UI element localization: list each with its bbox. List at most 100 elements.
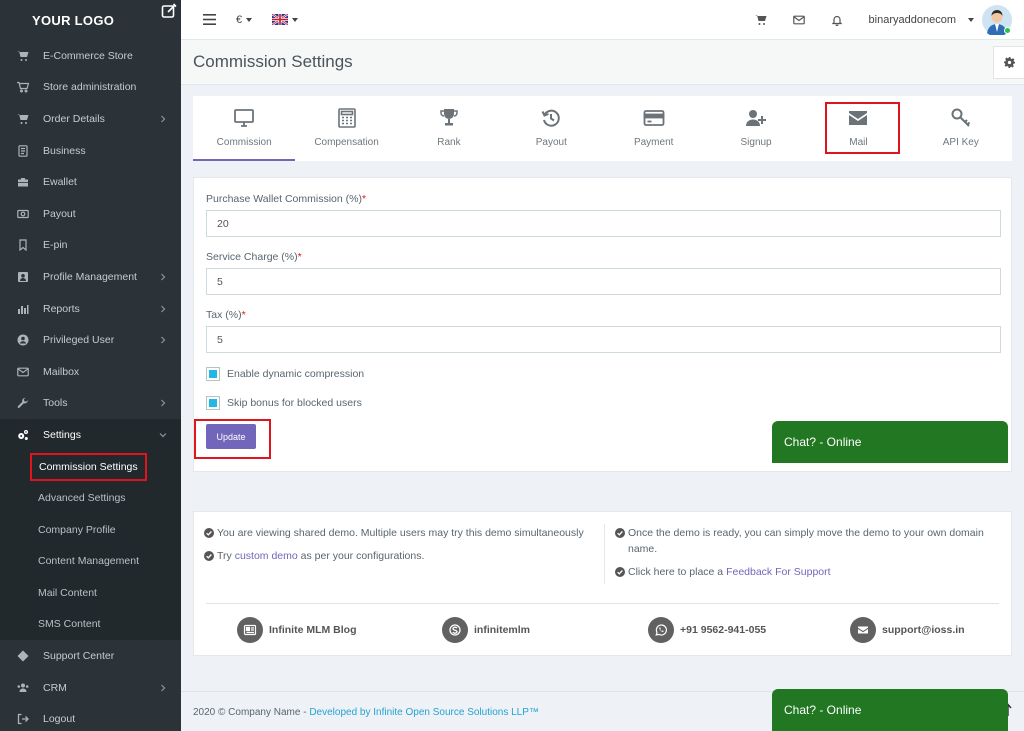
calculator-icon xyxy=(337,108,356,128)
cart-icon[interactable] xyxy=(754,14,767,26)
check-circle-icon xyxy=(615,528,625,538)
sidebar-item-mailbox[interactable]: Mailbox xyxy=(0,356,181,388)
tab-commission[interactable]: Commission xyxy=(193,96,296,161)
sidebar-item-payout[interactable]: Payout xyxy=(0,198,181,230)
sidebar-item-settings[interactable]: Settings xyxy=(0,419,181,451)
sidebar-subitem-mail-content[interactable]: Mail Content xyxy=(0,577,181,609)
document-icon xyxy=(18,144,28,157)
profile-card-icon xyxy=(18,271,28,282)
tab-mail[interactable]: Mail xyxy=(807,96,909,161)
settings-submenu: Commission Settings Advanced Settings Co… xyxy=(0,450,181,641)
skip-bonus-checkbox[interactable] xyxy=(206,396,220,410)
language-dropdown[interactable] xyxy=(272,14,299,25)
purchase-wallet-input[interactable] xyxy=(206,210,1001,237)
tab-compensation[interactable]: Compensation xyxy=(295,96,397,161)
dynamic-compression-row[interactable]: Enable dynamic compression xyxy=(206,367,364,381)
tab-api-key[interactable]: API Key xyxy=(910,96,1012,161)
sidebar-item-logout[interactable]: Logout xyxy=(0,703,181,731)
whatsapp-icon xyxy=(648,617,674,643)
logout-icon xyxy=(17,714,29,725)
service-charge-input[interactable] xyxy=(206,268,1001,295)
feedback-support-link[interactable]: Feedback For Support xyxy=(726,566,830,578)
required-mark: * xyxy=(297,251,302,263)
update-button[interactable]: Update xyxy=(206,424,256,449)
menu-toggle-icon[interactable] xyxy=(203,14,216,25)
caret-down-icon xyxy=(968,17,974,22)
sidebar-nav-bottom: Support Center CRM Logout xyxy=(0,640,181,731)
chevron-right-icon xyxy=(161,684,166,692)
contact-skype[interactable]: infinitemlm xyxy=(442,617,530,643)
sidebar-item-business[interactable]: Business xyxy=(0,135,181,167)
info-line-custom-demo: Try custom demo as per your configuratio… xyxy=(204,548,594,564)
contact-whatsapp[interactable]: +91 9562-941-055 xyxy=(648,617,766,643)
contact-label: +91 9562-941-055 xyxy=(680,624,767,636)
check-circle-icon xyxy=(204,551,214,561)
sidebar-subitem-advanced-settings[interactable]: Advanced Settings xyxy=(0,482,181,514)
bell-icon[interactable] xyxy=(831,14,843,26)
user-menu[interactable]: binaryaddonecom xyxy=(869,4,1012,35)
logo[interactable]: YOUR LOGO xyxy=(0,0,181,40)
sidebar-item-label: Payout xyxy=(43,207,76,220)
tab-signup[interactable]: Signup xyxy=(705,96,807,161)
sidebar-subitem-sms-content[interactable]: SMS Content xyxy=(0,609,181,641)
sidebar-item-order-details[interactable]: Order Details xyxy=(0,103,181,135)
sidebar-item-label: Support Center xyxy=(43,650,115,663)
monitor-icon xyxy=(234,109,255,127)
tab-rank[interactable]: Rank xyxy=(398,96,500,161)
tab-payout[interactable]: Payout xyxy=(500,96,602,161)
skype-icon xyxy=(442,617,468,643)
avatar[interactable] xyxy=(982,4,1012,35)
key-icon xyxy=(951,108,971,127)
developer-link[interactable]: Developed by Infinite Open Source Soluti… xyxy=(309,707,539,718)
page-title: Commission Settings xyxy=(193,52,353,71)
chat-widget-bottom[interactable]: Chat? - Online xyxy=(772,689,1008,731)
sidebar-item-support-center[interactable]: Support Center xyxy=(0,640,181,672)
check-circle-icon xyxy=(615,567,625,577)
chevron-right-icon xyxy=(161,273,166,281)
logo-text: YOUR LOGO xyxy=(32,12,115,28)
sidebar-item-profile-management[interactable]: Profile Management xyxy=(0,261,181,293)
sidebar-item-ecommerce-store[interactable]: E-Commerce Store xyxy=(0,40,181,72)
topbar: € binaryaddonecom xyxy=(181,0,1024,40)
user-plus-icon xyxy=(746,110,767,126)
tab-label: Compensation xyxy=(314,137,379,148)
checkbox-checked-mark xyxy=(209,399,217,407)
settings-button[interactable] xyxy=(993,46,1024,79)
custom-demo-link[interactable]: custom demo xyxy=(235,550,298,562)
tab-label: Payment xyxy=(633,137,674,148)
blog-icon xyxy=(237,617,263,643)
info-line-move-demo: Once the demo is ready, you can simply m… xyxy=(615,525,995,557)
tab-label: Commission xyxy=(216,137,272,148)
info-line-feedback: Click here to place a Feedback For Suppo… xyxy=(615,564,995,580)
sidebar-item-crm[interactable]: CRM xyxy=(0,672,181,704)
edit-icon[interactable] xyxy=(161,3,177,19)
mail-icon xyxy=(850,617,876,643)
sidebar-item-privileged-user[interactable]: Privileged User xyxy=(0,324,181,356)
chat-widget[interactable]: Chat? - Online xyxy=(772,421,1008,463)
tab-label: API Key xyxy=(942,137,979,148)
dynamic-compression-checkbox[interactable] xyxy=(206,367,220,381)
skip-bonus-row[interactable]: Skip bonus for blocked users xyxy=(206,396,362,410)
mail-icon[interactable] xyxy=(792,14,805,26)
contact-blog[interactable]: Infinite MLM Blog xyxy=(237,617,356,643)
envelope-icon xyxy=(17,367,29,377)
currency-dropdown[interactable]: € xyxy=(236,14,253,26)
sidebar-item-reports[interactable]: Reports xyxy=(0,293,181,325)
wrench-icon xyxy=(17,398,28,409)
briefcase-icon xyxy=(18,178,28,187)
sidebar-subitem-content-management[interactable]: Content Management xyxy=(0,546,181,578)
sidebar-item-store-administration[interactable]: Store administration xyxy=(0,72,181,104)
sidebar-item-epin[interactable]: E-pin xyxy=(0,230,181,262)
sidebar-subitem-commission-settings[interactable]: Commission Settings xyxy=(0,451,181,483)
required-mark: * xyxy=(361,193,367,205)
user-circle-icon xyxy=(17,334,29,346)
sidebar-subitem-company-profile[interactable]: Company Profile xyxy=(0,514,181,546)
sidebar: YOUR LOGO E-Commerce Store Store adminis… xyxy=(0,0,181,731)
contact-email[interactable]: support@ioss.in xyxy=(850,617,965,643)
vertical-divider xyxy=(604,524,605,584)
sidebar-item-ewallet[interactable]: Ewallet xyxy=(0,166,181,198)
trophy-icon xyxy=(440,109,458,126)
tax-input[interactable] xyxy=(206,326,1001,353)
sidebar-item-tools[interactable]: Tools xyxy=(0,388,181,420)
tab-payment[interactable]: Payment xyxy=(603,96,705,161)
